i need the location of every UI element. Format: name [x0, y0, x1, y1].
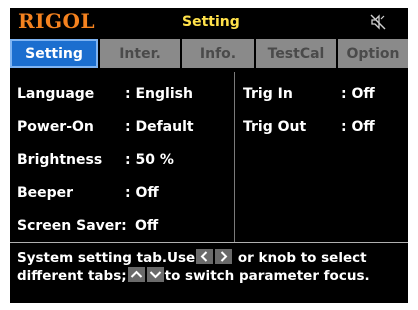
help-text-part: or knob to select: [237, 250, 367, 266]
tab-testcal[interactable]: TestCal: [256, 39, 336, 68]
tab-info[interactable]: Info.: [182, 39, 254, 68]
page-title: Setting: [182, 14, 240, 30]
param-label: Language: [17, 86, 95, 102]
title-bar: RIGOL Setting: [10, 8, 408, 36]
param-label: Trig Out: [243, 119, 307, 135]
tab-label: Setting: [25, 45, 83, 62]
param-label: Beeper: [17, 185, 74, 201]
param-label: Screen Saver:: [17, 218, 127, 234]
column-divider: [234, 72, 235, 242]
tab-label: Inter.: [119, 45, 161, 62]
tab-bar: Setting Inter. Info. TestCal Option: [10, 39, 408, 68]
settings-panel: Language : English Power-On : Default Br…: [10, 72, 408, 242]
param-label: Power-On: [17, 119, 94, 135]
help-line-2: different tabs; to switch parameter focus…: [17, 267, 405, 285]
instrument-screen: RIGOL Setting Setting Inter. Info. TestC…: [10, 8, 408, 303]
speaker-muted-icon: [368, 12, 388, 32]
rigol-logo: RIGOL: [18, 9, 96, 33]
help-text-part: System setting tab.Use: [17, 250, 196, 266]
left-arrow-icon: [196, 249, 214, 264]
param-value: Off: [135, 218, 159, 234]
param-label: Brightness: [17, 152, 103, 168]
down-arrow-icon: [146, 267, 164, 282]
help-text: System setting tab.Use or knob to select…: [17, 249, 405, 285]
param-value: : Default: [125, 119, 194, 135]
right-arrow-icon: [215, 249, 233, 264]
tab-option[interactable]: Option: [338, 39, 408, 68]
help-text-part: to switch parameter focus.: [164, 268, 370, 284]
param-value: : Off: [341, 86, 375, 102]
up-arrow-icon: [127, 267, 145, 282]
param-value: : English: [125, 86, 193, 102]
tab-label: TestCal: [267, 45, 325, 62]
tab-setting[interactable]: Setting: [10, 39, 98, 68]
help-divider: [10, 242, 408, 243]
help-text-part: different tabs;: [17, 268, 127, 284]
tab-label: Option: [346, 45, 400, 62]
tab-label: Info.: [199, 45, 237, 62]
help-line-1: System setting tab.Use or knob to select: [17, 249, 405, 267]
tab-interface[interactable]: Inter.: [100, 39, 180, 68]
param-value: : 50 %: [125, 152, 174, 168]
param-label: Trig In: [243, 86, 293, 102]
param-value: : Off: [341, 119, 375, 135]
param-value: : Off: [125, 185, 159, 201]
